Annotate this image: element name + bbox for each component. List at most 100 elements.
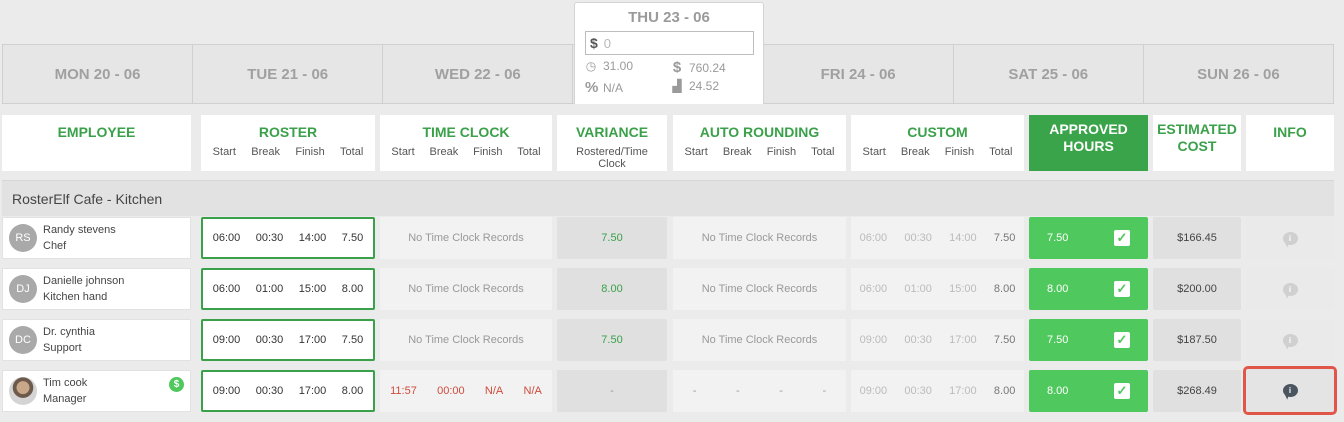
custom-finish: 14:00 (949, 232, 977, 244)
employee-name: Tim cook (43, 377, 88, 389)
employee-role: Manager (43, 393, 87, 405)
day-tab-sat[interactable]: SAT 25 - 06 (954, 45, 1144, 103)
comment-info-icon[interactable]: i (1282, 282, 1298, 296)
auto-rounding-cell[interactable]: No Time Clock Records (673, 319, 846, 361)
day-tab-fri[interactable]: FRI 24 - 06 (764, 45, 954, 103)
variance-value: - (610, 385, 614, 397)
custom-break: 01:00 (904, 283, 932, 295)
variance-cell: 8.00 (557, 268, 667, 310)
time-clock-break: 00:00 (437, 385, 465, 397)
selected-day-title: THU 23 - 06 (628, 9, 710, 26)
auto-rounding-cell[interactable]: No Time Clock Records (673, 268, 846, 310)
column-title: COST (1177, 138, 1217, 154)
check-icon[interactable]: ✓ (1114, 281, 1130, 297)
no-records-label: No Time Clock Records (408, 283, 524, 295)
column-header-custom: CUSTOM Start Break Finish Total (851, 115, 1024, 171)
custom-start: 06:00 (859, 232, 888, 244)
employee-name: Danielle johnson (43, 275, 125, 287)
sub-header-start: Start (212, 146, 236, 158)
day-cost-input-wrapper: $ (585, 31, 754, 55)
column-title: TIME CLOCK (422, 124, 510, 140)
approved-hours-cell[interactable]: 8.00 ✓ (1029, 268, 1148, 310)
column-title: HOURS (1063, 138, 1114, 154)
column-header-approved-hours: APPROVED HOURS (1029, 115, 1148, 171)
dollar-icon: $ (672, 59, 682, 76)
custom-start: 06:00 (859, 283, 888, 295)
sub-header-total: Total (340, 146, 364, 158)
sub-header-break: Break (722, 146, 752, 158)
custom-total: 7.50 (993, 232, 1016, 244)
day-tab-tue[interactable]: TUE 21 - 06 (193, 45, 384, 103)
day-cost-input[interactable] (603, 35, 744, 51)
info-cell[interactable]: i (1246, 217, 1334, 259)
roster-start: 09:00 (212, 385, 241, 397)
roster-cell[interactable]: 06:00 00:30 14:00 7.50 (201, 217, 375, 259)
day-tab-thu-selected[interactable]: THU 23 - 06 $ ◷ 31.00 $ 760.24 % N/A ▟ 2… (574, 2, 764, 104)
employee-cell[interactable]: Tim cook Manager $ (2, 370, 191, 412)
approved-hours-cell[interactable]: 7.50 ✓ (1029, 319, 1148, 361)
sub-header-finish: Finish (473, 146, 503, 158)
sub-header-start: Start (391, 146, 415, 158)
check-icon[interactable]: ✓ (1114, 230, 1130, 246)
custom-cell[interactable]: 06:00 00:30 14:00 7.50 (851, 217, 1024, 259)
variance-value: 7.50 (601, 334, 623, 346)
time-clock-cell[interactable]: 11:57 00:00 N/A N/A (380, 370, 552, 412)
approved-hours-cell[interactable]: 7.50 ✓ (1029, 217, 1148, 259)
approved-hours-cell[interactable]: 8.00 ✓ (1029, 370, 1148, 412)
day-tab-mon[interactable]: MON 20 - 06 (3, 45, 194, 103)
info-cell-highlighted[interactable]: i (1243, 366, 1337, 415)
column-title: APPROVED (1049, 121, 1128, 137)
location-group-header[interactable]: RosterElf Cafe - Kitchen (2, 180, 1334, 216)
roster-start: 09:00 (212, 334, 241, 346)
time-clock-start: 11:57 (390, 385, 417, 397)
dollar-badge-icon[interactable]: $ (169, 377, 184, 392)
employee-cell[interactable]: DC Dr. cynthia Support (2, 319, 191, 361)
comment-info-icon[interactable]: i (1282, 231, 1298, 245)
column-title: CUSTOM (907, 124, 968, 140)
auto-rounding-cell[interactable]: - - - - (673, 370, 846, 412)
time-clock-cell[interactable]: No Time Clock Records (380, 217, 552, 259)
time-clock-total: N/A (523, 385, 542, 397)
employee-cell[interactable]: DJ Danielle johnson Kitchen hand (2, 268, 191, 310)
avatar (9, 377, 37, 405)
sub-header-finish: Finish (766, 146, 797, 158)
time-clock-cell[interactable]: No Time Clock Records (380, 268, 552, 310)
approved-hours-value: 7.50 (1047, 232, 1069, 244)
custom-cell[interactable]: 09:00 00:30 17:00 8.00 (851, 370, 1024, 412)
no-records-label: No Time Clock Records (701, 232, 818, 244)
auto-rounding-cell[interactable]: No Time Clock Records (673, 217, 846, 259)
roster-total: 8.00 (341, 283, 364, 295)
employee-role: Kitchen hand (43, 291, 108, 303)
roster-finish: 17:00 (298, 385, 327, 397)
estimated-cost-cell: $166.45 (1153, 217, 1241, 259)
avatar: RS (9, 224, 37, 252)
check-icon[interactable]: ✓ (1114, 332, 1130, 348)
roster-break: 00:30 (255, 334, 284, 346)
roster-cell[interactable]: 09:00 00:30 17:00 8.00 (201, 370, 375, 412)
roster-cell[interactable]: 09:00 00:30 17:00 7.50 (201, 319, 375, 361)
day-tab-wed[interactable]: WED 22 - 06 (383, 45, 574, 103)
location-group-label: RosterElf Cafe - Kitchen (12, 190, 163, 207)
roster-finish: 14:00 (298, 232, 327, 244)
comment-info-icon[interactable]: i (1282, 384, 1298, 397)
custom-cell[interactable]: 09:00 00:30 17:00 7.50 (851, 319, 1024, 361)
time-clock-cell[interactable]: No Time Clock Records (380, 319, 552, 361)
check-icon[interactable]: ✓ (1114, 383, 1130, 399)
day-tab-sun[interactable]: SUN 26 - 06 (1144, 45, 1333, 103)
employee-cell[interactable]: RS Randy stevens Chef (2, 217, 191, 259)
column-header-info: INFO (1246, 115, 1334, 171)
roster-break: 00:30 (255, 385, 284, 397)
info-cell[interactable]: i (1246, 319, 1334, 361)
info-cell[interactable]: i (1246, 268, 1334, 310)
day-cost-stat: $ 760.24 (671, 59, 726, 76)
roster-cell[interactable]: 06:00 01:00 15:00 8.00 (201, 268, 375, 310)
clock-icon: ◷ (585, 59, 597, 73)
column-title: AUTO ROUNDING (699, 124, 820, 140)
day-hours-stat: ◷ 31.00 (585, 59, 633, 73)
comment-info-icon[interactable]: i (1282, 333, 1298, 347)
employee-name: Randy stevens (43, 224, 116, 236)
percent-icon: % (585, 79, 599, 96)
roster-break: 00:30 (255, 232, 284, 244)
custom-cell[interactable]: 06:00 01:00 15:00 8.00 (851, 268, 1024, 310)
variance-value: 8.00 (601, 283, 623, 295)
